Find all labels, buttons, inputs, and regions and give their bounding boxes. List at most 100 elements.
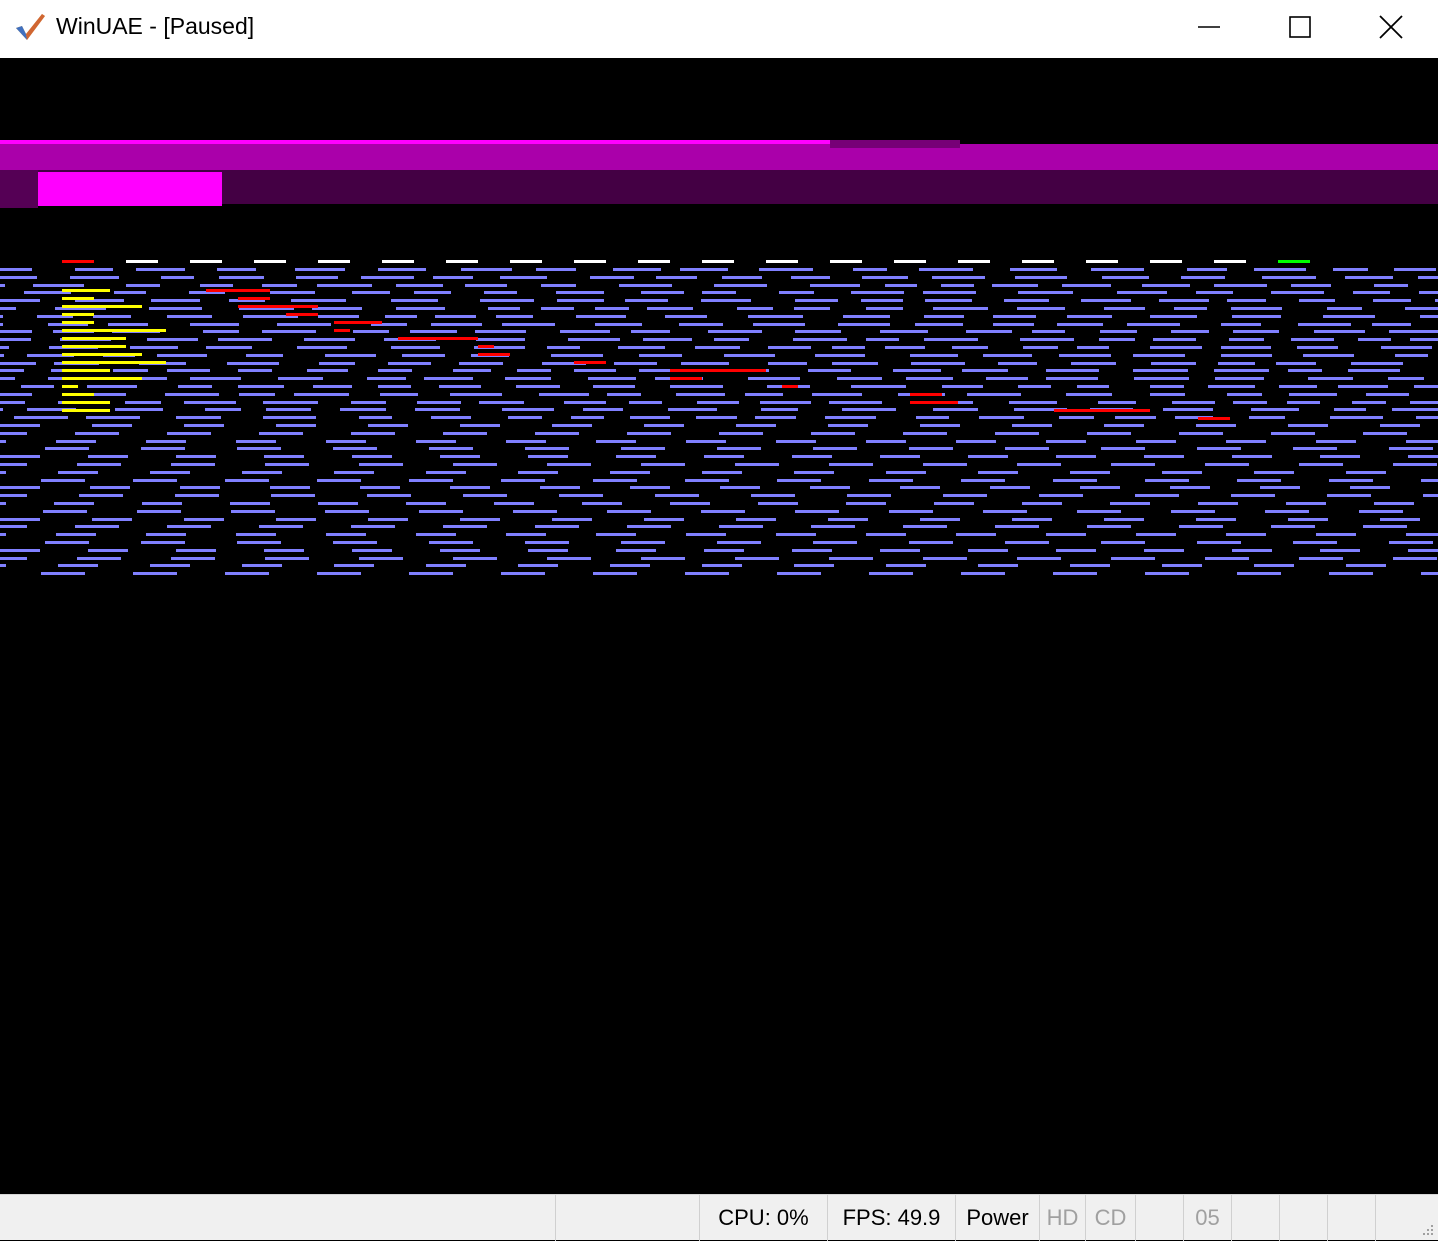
playfield-line [793, 338, 847, 341]
playfield-line [1260, 486, 1300, 489]
playfield-line [1254, 471, 1294, 474]
playfield-line [1419, 291, 1438, 294]
yellow-bar [62, 385, 78, 388]
playfield-line [595, 323, 642, 326]
playfield-line [1144, 549, 1184, 552]
playfield-line [1171, 510, 1215, 513]
playfield-line [702, 564, 742, 567]
drive-slot-3[interactable] [1328, 1195, 1376, 1241]
playfield-line [130, 346, 178, 349]
emulator-display[interactable] [0, 58, 1438, 1194]
playfield-line [825, 416, 876, 419]
playfield-line [758, 502, 798, 505]
playfield-line [453, 369, 491, 372]
playfield-line [1179, 525, 1223, 528]
playfield-line [627, 432, 671, 435]
close-button[interactable] [1346, 0, 1436, 54]
indicator-dash [638, 260, 670, 263]
playfield-line [480, 299, 534, 302]
playfield-line [1117, 291, 1167, 294]
title-bar[interactable]: WinUAE - [Paused] [0, 0, 1438, 58]
playfield-line [956, 440, 996, 443]
indicator-dash-row [62, 260, 1310, 263]
playfield-line [0, 549, 40, 552]
playfield-line [866, 307, 903, 310]
playfield-line [21, 385, 54, 388]
playfield-line [1172, 401, 1215, 404]
drive-slot-2[interactable] [1280, 1195, 1328, 1241]
playfield-line [717, 541, 761, 544]
minimize-button[interactable] [1164, 0, 1254, 54]
playfield-line [978, 564, 1018, 567]
playfield-line [1150, 315, 1197, 318]
playfield-line [748, 315, 803, 318]
yellow-bar [62, 361, 166, 364]
playfield-line [1221, 346, 1271, 349]
drive-track[interactable]: 05 [1184, 1195, 1232, 1241]
playfield-line [866, 440, 906, 443]
playfield-line [150, 564, 190, 567]
playfield-line [708, 330, 762, 333]
playfield-line [1279, 385, 1317, 388]
playfield-line [932, 276, 985, 279]
resize-grip-icon[interactable] [1420, 1222, 1434, 1236]
playfield-line [317, 479, 361, 482]
playfield-line [41, 572, 85, 575]
playfield-line [1005, 541, 1049, 544]
playfield-line [450, 393, 502, 396]
playfield-line [133, 572, 177, 575]
playfield-line [86, 416, 140, 419]
playfield-line [813, 541, 857, 544]
playfield-line [808, 369, 851, 372]
playfield-line [54, 502, 94, 505]
playfield-line [735, 463, 779, 466]
playfield-line [776, 533, 816, 536]
playfield-line [1271, 525, 1315, 528]
indicator-dash [1022, 260, 1054, 263]
playfield-line [794, 307, 830, 310]
playfield-line [540, 486, 580, 489]
playfield-line [1133, 354, 1185, 357]
playfield-line [1091, 268, 1144, 271]
playfield-line [1170, 486, 1210, 489]
playfield-line [1135, 494, 1179, 497]
playfield-line [676, 393, 725, 396]
playfield-line [866, 533, 906, 536]
playfield-line [1115, 416, 1156, 419]
playfield-line [77, 557, 121, 560]
playfield-line [903, 525, 947, 528]
playfield-line [1110, 502, 1150, 505]
playfield-line [1018, 291, 1073, 294]
playfield-line [1293, 447, 1337, 450]
yellow-bar [62, 377, 142, 380]
playfield-line [295, 268, 345, 271]
playfield-line [1352, 401, 1386, 404]
playfield-line [535, 525, 579, 528]
playfield-line [1388, 377, 1424, 380]
playfield-line [1299, 557, 1343, 560]
fps-counter: FPS: 49.9 [828, 1195, 956, 1241]
playfield-line [1249, 416, 1285, 419]
playfield-line [435, 315, 476, 318]
playfield-line [1098, 401, 1136, 404]
playfield-line [1327, 307, 1362, 310]
playfield-line [704, 455, 744, 458]
playfield-line [184, 424, 224, 427]
playfield-line [175, 494, 219, 497]
playfield-line [528, 549, 568, 552]
drive-slot-1[interactable] [1232, 1195, 1280, 1241]
playfield-line [1329, 479, 1373, 482]
indicator-dash [830, 260, 862, 263]
playfield-line [431, 416, 471, 419]
playfield-line [236, 440, 276, 443]
playfield-line [1104, 424, 1144, 427]
playfield-line [607, 393, 641, 396]
playfield-line [1232, 455, 1272, 458]
playfield-line [176, 549, 216, 552]
playfield-line [886, 564, 926, 567]
red-segment [478, 353, 510, 356]
maximize-button[interactable] [1255, 0, 1345, 54]
playfield-line [1421, 572, 1438, 575]
playfield-line [794, 471, 834, 474]
playfield-line [1187, 268, 1227, 271]
